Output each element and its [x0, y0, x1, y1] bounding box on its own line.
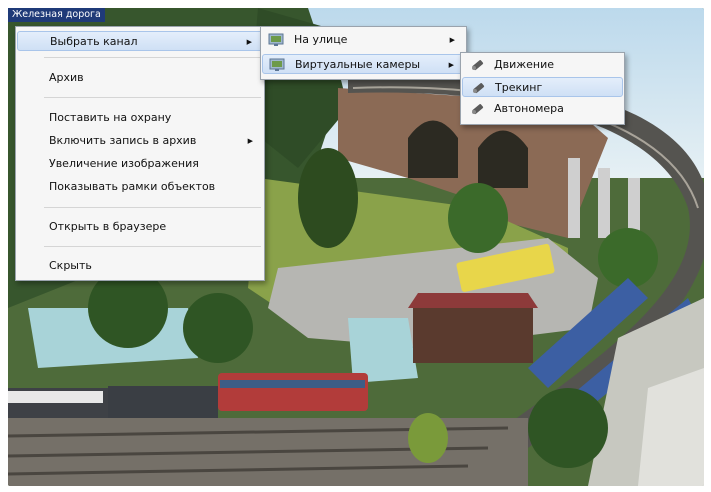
app-frame: Железная дорога Выбрать канал ▶ Архив По… — [0, 0, 711, 492]
menu-item-tracking[interactable]: Трекинг — [462, 77, 623, 97]
camera-title: Железная дорога — [8, 8, 105, 22]
menu-item-label: Архив — [49, 71, 84, 84]
submenu-arrow-icon: ▶ — [247, 137, 253, 145]
menu-item-label: Открыть в браузере — [49, 220, 167, 233]
submenu-arrow-icon: ▶ — [448, 61, 454, 69]
context-menu: Выбрать канал ▶ Архив Поставить на охран… — [15, 26, 265, 281]
menu-item-show-frames[interactable]: Показывать рамки объектов — [17, 177, 263, 197]
detector-icon — [472, 104, 484, 115]
menu-item-license-plates[interactable]: Автономера — [462, 99, 623, 119]
menu-separator — [44, 97, 261, 98]
menu-item-label: Движение — [494, 58, 555, 71]
menu-item-select-channel[interactable]: Выбрать канал ▶ — [17, 31, 263, 51]
menu-item-enable-recording[interactable]: Включить запись в архив ▶ — [17, 131, 263, 151]
detector-icon — [472, 60, 484, 71]
detector-icon — [473, 83, 485, 94]
menu-item-hide[interactable]: Скрыть — [17, 256, 263, 276]
menu-separator — [44, 57, 261, 58]
menu-item-label: На улице — [294, 33, 348, 46]
menu-separator — [44, 246, 261, 247]
menu-item-label: Выбрать канал — [50, 35, 138, 48]
menu-item-label: Трекинг — [495, 81, 543, 94]
camera-icon — [268, 33, 284, 46]
menu-item-label: Показывать рамки объектов — [49, 180, 216, 193]
submenu-arrow-icon: ▶ — [449, 36, 455, 44]
submenu-arrow-icon: ▶ — [246, 38, 252, 46]
virtual-cameras-submenu: Движение Трекинг Автономера — [460, 52, 625, 125]
menu-item-label: Виртуальные камеры — [295, 58, 421, 71]
menu-item-label: Увеличение изображения — [49, 157, 199, 170]
menu-item-zoom[interactable]: Увеличение изображения — [17, 154, 263, 174]
menu-item-label: Автономера — [494, 102, 564, 115]
channel-submenu: На улице ▶ Виртуальные камеры ▶ — [260, 26, 467, 80]
menu-item-label: Включить запись в архив — [49, 134, 197, 147]
camera-icon — [269, 58, 285, 71]
menu-item-outdoor[interactable]: На улице ▶ — [262, 30, 465, 50]
menu-item-label: Скрыть — [49, 259, 92, 272]
menu-item-archive[interactable]: Архив — [17, 68, 263, 88]
menu-item-virtual-cameras[interactable]: Виртуальные камеры ▶ — [262, 54, 465, 74]
menu-item-motion[interactable]: Движение — [462, 55, 623, 75]
menu-item-label: Поставить на охрану — [49, 111, 172, 124]
menu-item-open-browser[interactable]: Открыть в браузере — [17, 217, 263, 237]
menu-separator — [44, 207, 261, 208]
menu-item-arm[interactable]: Поставить на охрану — [17, 108, 263, 128]
